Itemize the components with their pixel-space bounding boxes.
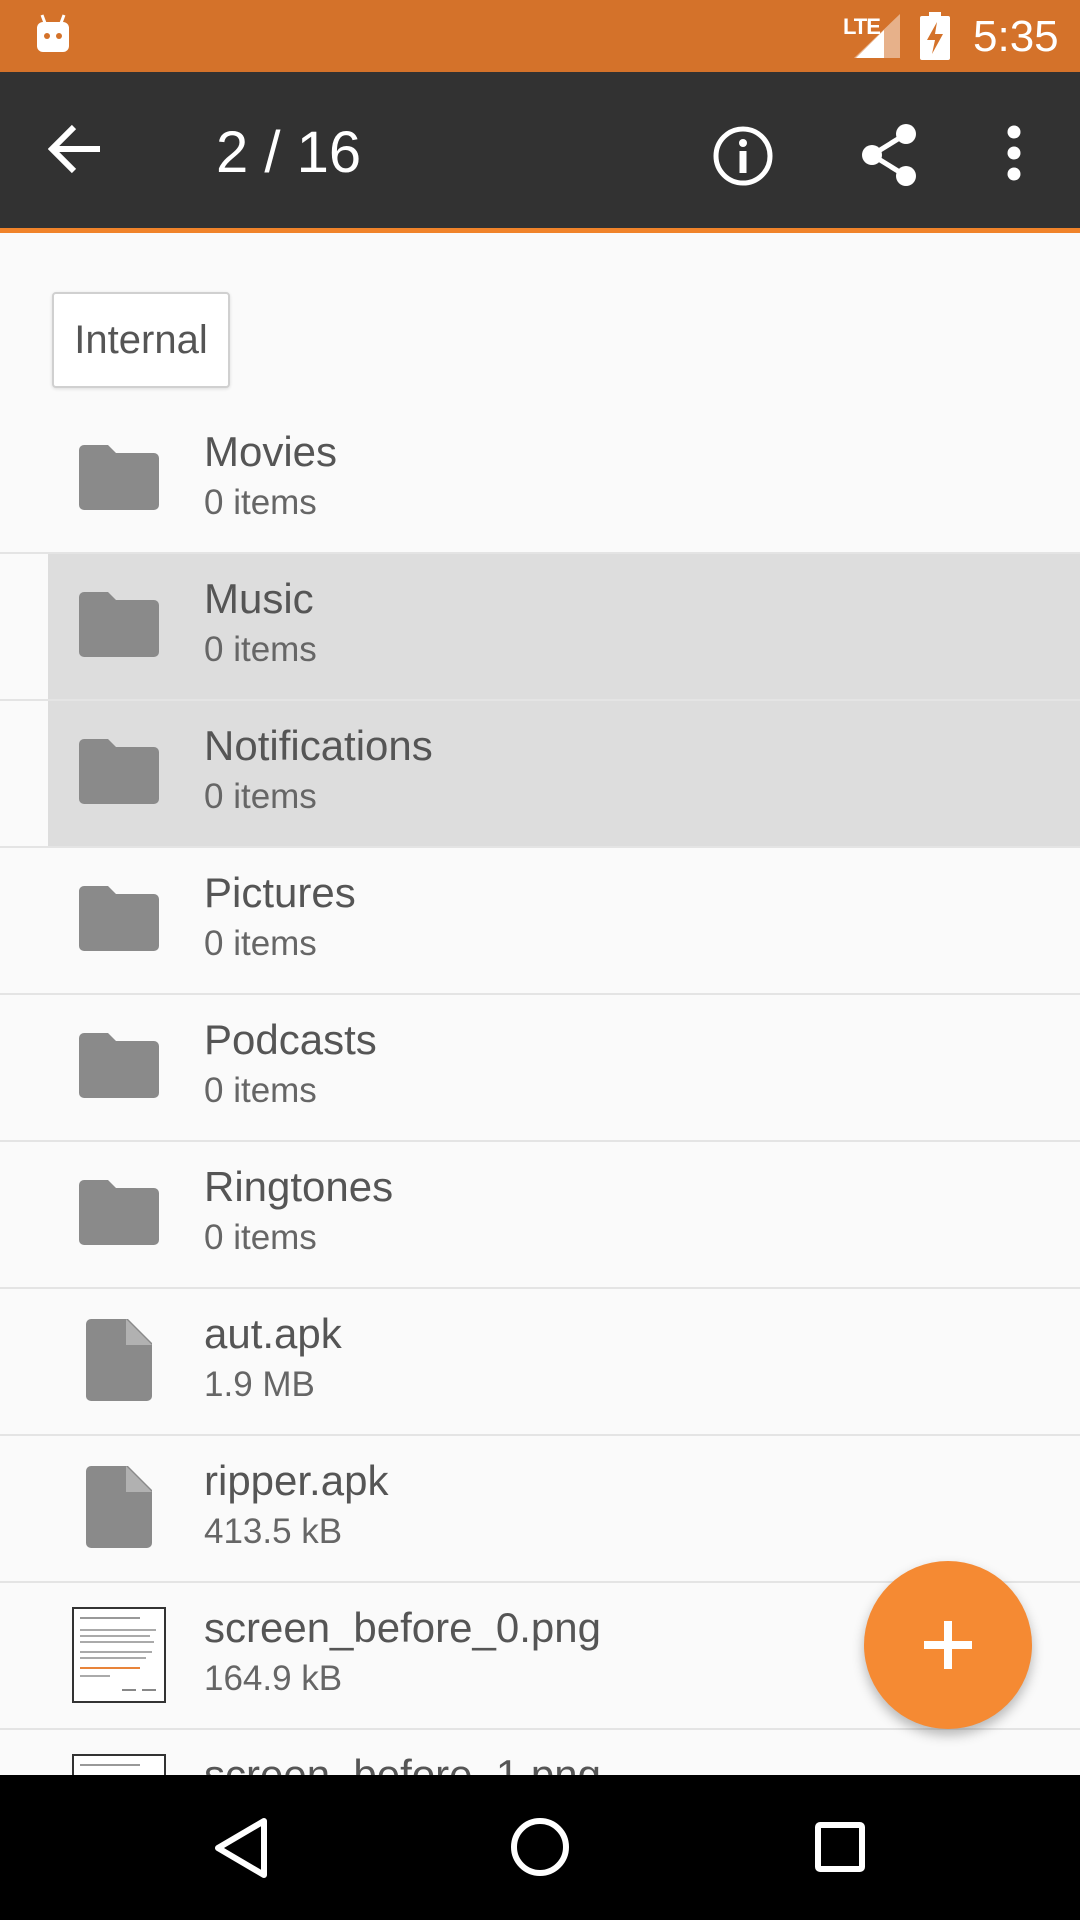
file-detail: 0 items <box>204 630 317 669</box>
list-item[interactable]: Ringtones 0 items <box>0 1142 1080 1289</box>
file-name: Pictures <box>204 869 356 916</box>
list-item[interactable]: aut.apk 1.9 MB <box>0 1289 1080 1436</box>
file-name: ripper.apk <box>204 1457 389 1504</box>
file-name: Ringtones <box>204 1163 394 1210</box>
add-fab-button[interactable] <box>864 1561 1032 1729</box>
file-name: Podcasts <box>204 1016 377 1063</box>
file-name: Movies <box>204 428 338 475</box>
list-item[interactable]: ripper.apk 413.5 kB <box>0 1436 1080 1583</box>
file-detail: 0 items <box>204 1071 317 1110</box>
plus-icon <box>924 1621 972 1669</box>
nav-back-icon[interactable] <box>212 1817 268 1879</box>
image-thumbnail <box>72 1607 166 1703</box>
file-detail: 0 items <box>204 483 317 522</box>
arrow-left-icon[interactable] <box>48 124 102 174</box>
list-item[interactable]: Notifications 0 items <box>0 701 1080 848</box>
folder-icon <box>79 592 159 657</box>
folder-icon <box>79 739 159 804</box>
status-time: 5:35 <box>973 12 1059 61</box>
file-detail: 0 items <box>204 1218 317 1257</box>
storage-selector[interactable]: Internal <box>52 292 230 388</box>
file-detail: 164.9 kB <box>204 1659 343 1698</box>
folder-icon <box>79 1180 159 1245</box>
share-icon[interactable] <box>858 122 920 188</box>
file-name: aut.apk <box>204 1310 342 1357</box>
signal-icon <box>854 14 900 58</box>
file-detail: 1.9 MB <box>204 1365 315 1404</box>
file-icon <box>86 1466 152 1548</box>
folder-icon <box>79 1033 159 1098</box>
list-item[interactable]: Movies 0 items <box>0 425 1080 554</box>
file-name: screen_before_0.png <box>204 1604 601 1651</box>
action-bar: 2 / 16 <box>0 72 1080 233</box>
list-item[interactable]: Pictures 0 items <box>0 848 1080 995</box>
list-item[interactable]: Music 0 items <box>0 554 1080 701</box>
selection-count: 2 / 16 <box>216 120 362 185</box>
file-name: Notifications <box>204 722 433 769</box>
nav-recents-icon[interactable] <box>814 1821 866 1873</box>
info-icon[interactable] <box>711 124 775 188</box>
list-item[interactable]: Podcasts 0 items <box>0 995 1080 1142</box>
folder-icon <box>79 886 159 951</box>
folder-icon <box>79 445 159 510</box>
list-item[interactable]: screen_before_1.png <box>0 1730 1080 1775</box>
file-name: screen_before_1.png <box>204 1751 601 1775</box>
navigation-bar <box>0 1775 1080 1920</box>
more-vert-icon[interactable] <box>990 124 1038 182</box>
nav-home-icon[interactable] <box>508 1815 572 1879</box>
battery-charging-icon <box>920 12 950 60</box>
file-detail: 0 items <box>204 924 317 963</box>
file-icon <box>86 1319 152 1401</box>
file-detail: 0 items <box>204 777 317 816</box>
android-notification-icon <box>37 14 69 52</box>
file-name: Music <box>204 575 314 622</box>
file-detail: 413.5 kB <box>204 1512 343 1551</box>
status-bar: LTE 5:35 <box>0 0 1080 72</box>
image-thumbnail <box>72 1754 166 1775</box>
